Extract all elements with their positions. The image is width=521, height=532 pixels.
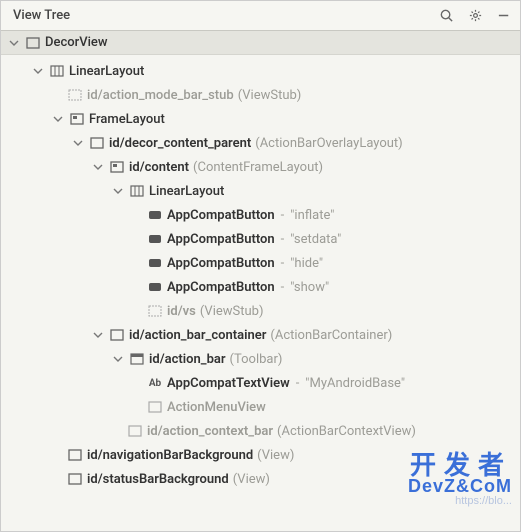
chevron-down-icon[interactable] (31, 64, 45, 78)
node-text: setdata (294, 232, 337, 247)
node-label: AppCompatTextView (167, 376, 290, 391)
node-text: MyAndroidBase (309, 376, 400, 391)
node-id: id/decor_content_parent (109, 136, 251, 151)
node-label: FrameLayout (89, 112, 165, 127)
tree-row[interactable]: FrameLayout (1, 107, 520, 131)
rect-icon (67, 447, 83, 463)
toolbar-icon (129, 351, 145, 367)
tree-row[interactable]: id/statusBarBackground (View) (1, 467, 520, 491)
tree-row[interactable]: id/action_bar (Toolbar) (1, 347, 520, 371)
node-id: id/statusBarBackground (87, 472, 229, 487)
tree-row[interactable]: LinearLayout (1, 179, 520, 203)
node-label: LinearLayout (69, 64, 144, 79)
node-type: (Toolbar) (230, 352, 283, 367)
minimize-icon[interactable] (497, 8, 512, 23)
panel-title: View Tree (13, 8, 439, 23)
tree-row[interactable]: id/navigationBarBackground (View) (1, 443, 520, 467)
button-icon (147, 231, 163, 247)
chevron-down-icon[interactable] (7, 36, 21, 50)
tree-row[interactable]: id/decor_content_parent (ActionBarOverla… (1, 131, 520, 155)
chevron-down-icon[interactable] (71, 136, 85, 150)
node-id: id/content (129, 160, 189, 175)
rect-icon (25, 35, 41, 51)
frame-icon (109, 159, 125, 175)
tree-row[interactable]: id/action_bar_container (ActionBarContai… (1, 323, 520, 347)
chevron-down-icon[interactable] (111, 352, 125, 366)
node-type: (ViewStub) (238, 88, 302, 103)
node-type: (ActionBarContextView) (277, 424, 416, 439)
node-id: id/action_context_bar (147, 424, 273, 439)
node-id: id/action_bar_container (129, 328, 266, 343)
node-type: (View) (257, 448, 294, 463)
node-type: (View) (233, 472, 270, 487)
tree-body: LinearLayout id/action_mode_bar_stub (Vi… (1, 55, 520, 511)
node-type: (ActionBarOverlayLayout) (255, 136, 402, 151)
button-icon (147, 279, 163, 295)
chevron-down-icon[interactable] (91, 160, 105, 174)
chevron-down-icon[interactable] (51, 112, 65, 126)
textview-icon: Ab (147, 375, 163, 391)
tree-row[interactable]: LinearLayout (1, 59, 520, 83)
node-label: ActionMenuView (167, 400, 266, 415)
rect-icon (109, 327, 125, 343)
viewstub-icon (147, 303, 163, 319)
node-id: id/navigationBarBackground (87, 448, 253, 463)
node-label: AppCompatButton (167, 256, 275, 271)
node-id: id/vs (167, 304, 196, 319)
node-label: LinearLayout (149, 184, 224, 199)
node-id: id/action_bar (149, 352, 226, 367)
node-text: show (294, 280, 325, 295)
node-text: hide (294, 256, 318, 271)
chevron-down-icon[interactable] (91, 328, 105, 342)
rect-icon (67, 471, 83, 487)
button-icon (147, 207, 163, 223)
linear-vertical-icon (49, 63, 65, 79)
node-type: (ActionBarContainer) (270, 328, 392, 343)
tree-row[interactable]: id/action_context_bar (ActionBarContextV… (1, 419, 520, 443)
tree-row[interactable]: AppCompatButton - "hide" (1, 251, 520, 275)
watermark-line3: https://blo... (408, 495, 512, 507)
frame-icon (69, 111, 85, 127)
node-label: AppCompatButton (167, 280, 275, 295)
search-icon[interactable] (439, 8, 454, 23)
tree-row[interactable]: AppCompatButton - "inflate" (1, 203, 520, 227)
node-label: AppCompatButton (167, 208, 275, 223)
node-label: AppCompatButton (167, 232, 275, 247)
header-actions (439, 8, 512, 23)
viewstub-icon (67, 87, 83, 103)
panel-header: View Tree (1, 1, 520, 31)
tree-row[interactable]: AppCompatButton - "setdata" (1, 227, 520, 251)
node-text: inflate (294, 208, 330, 223)
tree-root-row[interactable]: DecorView (1, 31, 520, 55)
root-label: DecorView (45, 35, 108, 50)
rect-icon (89, 135, 105, 151)
tree-row[interactable]: ActionMenuView (1, 395, 520, 419)
rect-icon (127, 423, 143, 439)
node-type: (ViewStub) (200, 304, 264, 319)
tree-row[interactable]: id/vs (ViewStub) (1, 299, 520, 323)
tree-row[interactable]: AppCompatButton - "show" (1, 275, 520, 299)
chevron-down-icon[interactable] (111, 184, 125, 198)
tree-row[interactable]: Ab AppCompatTextView - "MyAndroidBase" (1, 371, 520, 395)
node-id: id/action_mode_bar_stub (87, 88, 234, 103)
node-type: (ContentFrameLayout) (193, 160, 323, 175)
rect-icon (147, 399, 163, 415)
tree-row[interactable]: id/content (ContentFrameLayout) (1, 155, 520, 179)
tree-row[interactable]: id/action_mode_bar_stub (ViewStub) (1, 83, 520, 107)
button-icon (147, 255, 163, 271)
gear-icon[interactable] (468, 8, 483, 23)
linear-vertical-icon (129, 183, 145, 199)
